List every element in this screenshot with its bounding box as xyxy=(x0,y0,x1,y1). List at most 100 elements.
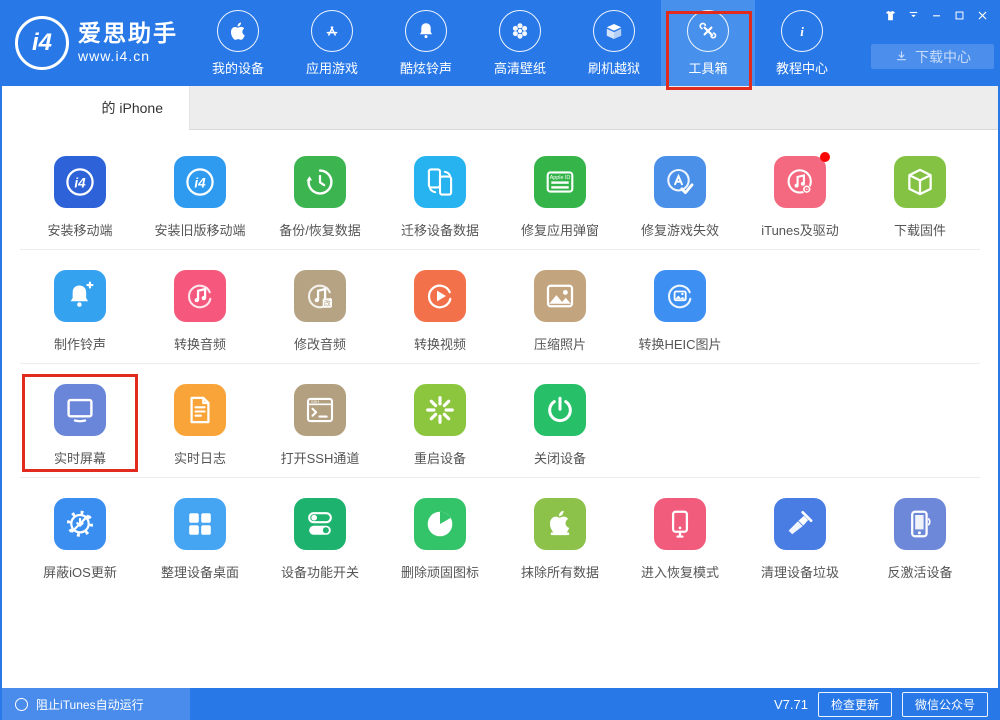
tool-item[interactable]: 清理设备垃圾 xyxy=(740,498,860,581)
tool-item[interactable]: 设备功能开关 xyxy=(260,498,380,581)
nav-item-label: 工具箱 xyxy=(688,58,727,77)
wechat-official-button[interactable]: 微信公众号 xyxy=(902,692,988,717)
appleid-card-icon: Apple ID xyxy=(534,156,586,208)
heic-photo-icon xyxy=(654,270,706,322)
download-icon xyxy=(894,49,909,64)
maximize-icon[interactable] xyxy=(951,7,968,24)
tool-item[interactable]: i4安装旧版移动端 xyxy=(140,156,260,239)
nav-item-2[interactable]: 应用游戏 xyxy=(285,0,379,86)
tool-item-label: 屏蔽iOS更新 xyxy=(43,562,117,581)
tool-item[interactable]: iTunes及驱动 xyxy=(740,156,860,239)
tool-row-2: 制作铃声转换音频 改修改音频转换视频压缩照片 转换HEIC图片 xyxy=(20,250,980,364)
bell-plus-icon xyxy=(54,270,106,322)
tool-item-label: 修复游戏失效 xyxy=(641,220,719,239)
logo-text: 爱思助手 www.i4.cn xyxy=(78,21,178,65)
nav-item-3[interactable]: 酷炫铃声 xyxy=(379,0,473,86)
nav-item-1[interactable]: 我的设备 xyxy=(191,0,285,86)
close-icon[interactable] xyxy=(974,7,991,24)
recovery-phone-icon xyxy=(654,498,706,550)
tool-row-3: 实时屏幕实时日志 SSH打开SSH通道重启设备关闭设备 xyxy=(20,364,980,478)
header: i4 爱思助手 www.i4.cn 我的设备应用游戏酷炫铃声 高清壁纸 刷机越狱 工具… xyxy=(2,0,998,86)
nav-item-7[interactable]: i 教程中心 xyxy=(755,0,849,86)
skin-icon[interactable] xyxy=(882,7,899,24)
svg-text:Apple ID: Apple ID xyxy=(550,175,571,181)
apple-icon xyxy=(217,10,259,52)
toolbox-content: i4 安装移动端 i4安装旧版移动端备份/恢复数据迁移设备数据 Apple ID 修复应… xyxy=(2,130,998,688)
nav-item-label: 教程中心 xyxy=(776,58,828,77)
tool-item[interactable]: 抹除所有数据 xyxy=(500,498,620,581)
pie-clock-icon xyxy=(414,498,466,550)
nav-item-label: 酷炫铃声 xyxy=(400,58,452,77)
tool-item[interactable]: 实时日志 xyxy=(140,384,260,467)
nav-item-label: 刷机越狱 xyxy=(588,58,640,77)
tab-bar: 的 iPhone xyxy=(2,86,998,130)
radio-circle-icon xyxy=(15,698,28,711)
tool-item[interactable]: 下载固件 xyxy=(860,156,980,239)
tool-item[interactable]: 备份/恢复数据 xyxy=(260,156,380,239)
tool-item-label: 删除顽固图标 xyxy=(401,562,479,581)
video-play-icon xyxy=(414,270,466,322)
tool-item-label: 进入恢复模式 xyxy=(641,562,719,581)
i4-logo-icon: i4 xyxy=(54,156,106,208)
tool-item[interactable]: 整理设备桌面 xyxy=(140,498,260,581)
tool-item-label: 设备功能开关 xyxy=(281,562,359,581)
tool-item[interactable]: 转换HEIC图片 xyxy=(620,270,740,353)
tool-item[interactable]: SSH打开SSH通道 xyxy=(260,384,380,467)
itunes-autorun-toggle[interactable]: 阻止iTunes自动运行 xyxy=(2,688,190,720)
tool-item[interactable]: 修复游戏失效 xyxy=(620,156,740,239)
tool-item[interactable]: Apple ID 修复应用弹窗 xyxy=(500,156,620,239)
menu-icon[interactable] xyxy=(905,7,922,24)
nav-item-6[interactable]: 工具箱 xyxy=(661,0,755,86)
nav-item-4[interactable]: 高清壁纸 xyxy=(473,0,567,86)
tool-item-label: 压缩照片 xyxy=(534,334,586,353)
tool-item[interactable]: 重启设备 xyxy=(380,384,500,467)
tool-item-label: 备份/恢复数据 xyxy=(279,220,361,239)
minimize-icon[interactable] xyxy=(928,7,945,24)
clean-broom-icon xyxy=(774,498,826,550)
desktop-grid-icon xyxy=(174,498,226,550)
tool-item-label: 抹除所有数据 xyxy=(521,562,599,581)
tool-item[interactable]: 转换音频 xyxy=(140,270,260,353)
i4-logo-icon: i4 xyxy=(15,16,69,70)
svg-text:i: i xyxy=(800,24,804,39)
tool-item-label: 转换音频 xyxy=(174,334,226,353)
tool-item[interactable]: 迁移设备数据 xyxy=(380,156,500,239)
tool-item-label: 修复应用弹窗 xyxy=(521,220,599,239)
migrate-phones-icon xyxy=(414,156,466,208)
tool-item[interactable]: 转换视频 xyxy=(380,270,500,353)
download-center-button[interactable]: 下载中心 xyxy=(871,44,994,69)
deactivate-phone-icon xyxy=(894,498,946,550)
footer: 阻止iTunes自动运行 V7.71 检查更新 微信公众号 xyxy=(2,688,998,720)
primary-nav: 我的设备应用游戏酷炫铃声 高清壁纸 刷机越狱 工具箱 i 教程中心 xyxy=(191,0,849,86)
tool-item-label: 安装移动端 xyxy=(47,220,112,239)
download-center-label: 下载中心 xyxy=(915,47,971,67)
nav-item-5[interactable]: 刷机越狱 xyxy=(567,0,661,86)
toggles-icon xyxy=(294,498,346,550)
tool-item[interactable]: 反激活设备 xyxy=(860,498,980,581)
tool-item[interactable]: 制作铃声 xyxy=(20,270,140,353)
tool-item[interactable]: 改修改音频 xyxy=(260,270,380,353)
notification-dot xyxy=(820,152,830,162)
i4-logo-icon: i4 xyxy=(174,156,226,208)
apple-erase-icon xyxy=(534,498,586,550)
tool-item-label: 打开SSH通道 xyxy=(281,448,360,467)
bell-icon xyxy=(405,10,447,52)
tabbar-filler xyxy=(190,86,998,130)
tool-item[interactable]: 压缩照片 xyxy=(500,270,620,353)
tool-item[interactable]: 实时屏幕 xyxy=(20,384,140,467)
tool-item[interactable]: i4 安装移动端 xyxy=(20,156,140,239)
tool-item[interactable]: 进入恢复模式 xyxy=(620,498,740,581)
app-logo: i4 爱思助手 www.i4.cn xyxy=(2,0,191,86)
check-update-button[interactable]: 检查更新 xyxy=(818,692,892,717)
tool-item-label: 下载固件 xyxy=(894,220,946,239)
tool-row-1: i4 安装移动端 i4安装旧版移动端备份/恢复数据迁移设备数据 Apple ID 修复应… xyxy=(20,130,980,250)
tool-item-label: 实时日志 xyxy=(174,448,226,467)
tool-item[interactable]: 关闭设备 xyxy=(500,384,620,467)
tab-device-iphone[interactable]: 的 iPhone xyxy=(2,86,190,130)
tool-item[interactable]: 屏蔽iOS更新 xyxy=(20,498,140,581)
realtime-screen-icon xyxy=(54,384,106,436)
nav-item-label: 高清壁纸 xyxy=(494,58,546,77)
app-title: 爱思助手 xyxy=(78,21,178,46)
tool-item[interactable]: 删除顽固图标 xyxy=(380,498,500,581)
svg-text:i4: i4 xyxy=(74,175,86,190)
